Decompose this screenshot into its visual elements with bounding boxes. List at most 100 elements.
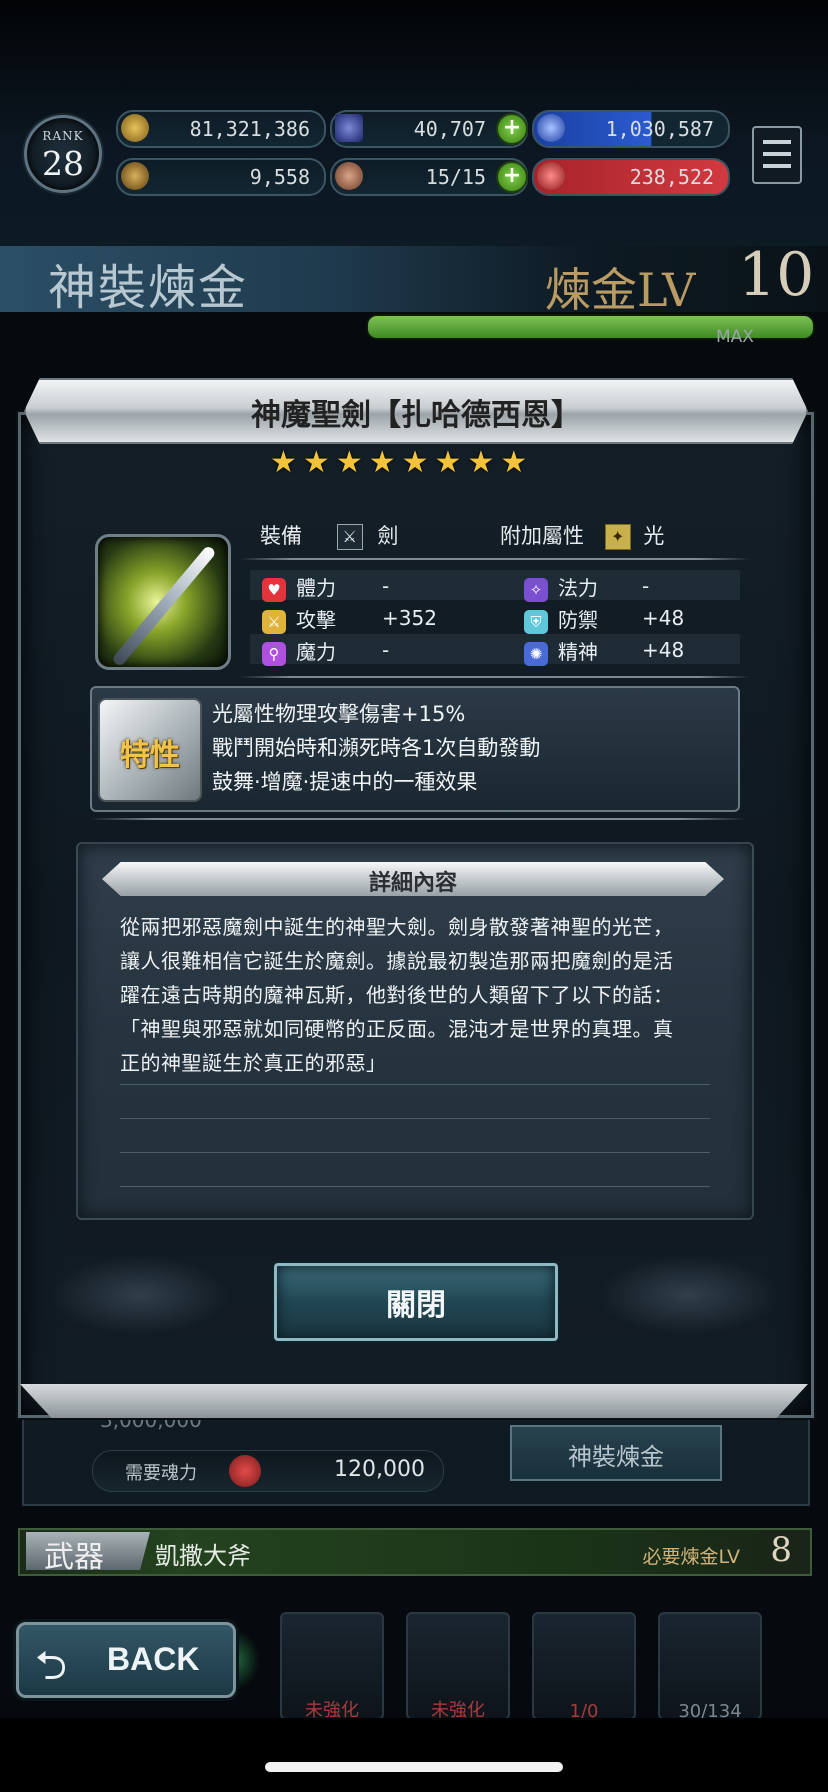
equip-type: 劍	[377, 524, 399, 548]
weapon-info-bar: 武器 凱撒大斧 必要煉金LV 8	[18, 1528, 812, 1576]
rank-label: RANK	[42, 129, 84, 143]
attribute-value: 光	[643, 524, 665, 548]
rank-badge: RANK 28	[24, 115, 102, 193]
gold-value: 81,321,386	[189, 117, 310, 141]
material-slot[interactable]: 30/134	[658, 1612, 762, 1722]
star-icon: ★	[434, 445, 462, 480]
blue-resource-value: 1,030,587	[605, 117, 714, 141]
text-rule	[120, 1152, 710, 1153]
crystal-counter: 40,707 +	[330, 110, 528, 148]
trait-panel: 特性 光屬性物理攻擊傷害+15% 戰鬥開始時和瀕死時各1次自動發動 鼓舞·增魔·…	[90, 686, 740, 812]
screen-title-band: 神裝煉金	[0, 246, 828, 316]
stamina-icon	[335, 162, 363, 190]
material-slot[interactable]: 1/0	[532, 1612, 636, 1722]
material-slot[interactable]: 未強化	[406, 1612, 510, 1721]
screen-title: 神裝煉金	[48, 260, 249, 316]
detail-line: 讓人很難相信它誕生於魔劍。據說最初製造那兩把魔劍的是活	[120, 949, 674, 973]
crystal-icon	[335, 114, 363, 142]
star-icon: ★	[302, 445, 330, 480]
menu-icon[interactable]	[752, 126, 802, 184]
alchemy-button[interactable]: 神裝煉金	[510, 1425, 722, 1481]
wand-icon: ⚲	[262, 641, 286, 666]
blue-orb-icon	[537, 114, 565, 142]
rarity-stars: ★ ★ ★ ★ ★ ★ ★ ★	[270, 445, 560, 481]
back-arrow-icon: ⮌	[35, 1643, 68, 1689]
material-slot[interactable]: 未強化	[280, 1612, 384, 1721]
crystal-add-icon[interactable]: +	[496, 113, 528, 145]
weapon-name: 凱撒大斧	[155, 1542, 251, 1570]
text-rule	[120, 1186, 710, 1187]
sword-blade	[111, 544, 217, 667]
star-icon: ★	[500, 445, 528, 480]
detail-header: 詳細內容	[102, 862, 724, 896]
stamina-add-icon[interactable]: +	[496, 161, 528, 193]
attribute-label: 附加屬性	[500, 524, 584, 548]
bottom-bar	[0, 1718, 828, 1792]
red-orb-icon	[537, 162, 565, 190]
stat-spirit: ✺ 精神	[524, 636, 598, 666]
stat-label: 體力	[296, 576, 336, 600]
alchemy-level-label: 煉金LV	[545, 263, 696, 317]
soul-cost-label: 需要魂力	[125, 1463, 197, 1484]
trait-badge-label: 特性	[120, 738, 180, 773]
stat-value: +352	[382, 606, 437, 630]
stat-value: +48	[642, 606, 685, 630]
red-resource-counter: 238,522	[532, 158, 730, 196]
stat-label: 魔力	[296, 640, 336, 664]
sword-type-icon: ⚔	[336, 524, 363, 550]
home-indicator[interactable]	[265, 1762, 563, 1772]
soul-cost-row: 需要魂力 120,000	[92, 1450, 444, 1492]
trait-line: 鼓舞·增魔·提速中的一種效果	[212, 770, 478, 794]
stat-defense: ⛨ 防禦	[524, 604, 598, 634]
detail-header-label: 詳細內容	[368, 871, 457, 896]
divider	[240, 676, 750, 678]
heart-icon: ♥	[262, 577, 286, 602]
stamina-counter: 15/15 +	[330, 158, 528, 196]
sword-icon: ⚔	[262, 609, 286, 634]
detail-line: 「神聖與邪惡就如同硬幣的正反面。混沌才是世界的真理。真	[120, 1017, 674, 1041]
star-icon: ★	[368, 445, 396, 480]
spirit-icon: ✺	[524, 641, 548, 666]
stat-magic-power: ⚲ 魔力	[262, 636, 336, 666]
trophy-counter: 9,558	[116, 158, 326, 196]
modal-title: 神魔聖劍【扎哈德西恩】	[251, 398, 581, 433]
soul-cost-value: 120,000	[334, 1457, 425, 1482]
gold-coin-icon	[121, 114, 149, 142]
detail-line: 正的神聖誕生於真正的邪惡」	[120, 1051, 387, 1075]
close-button[interactable]: 關閉	[274, 1263, 558, 1341]
trait-badge: 特性	[98, 698, 202, 802]
required-level-value: 8	[770, 1530, 792, 1570]
stat-hp: ♥ 體力	[262, 572, 336, 602]
modal-header: 神魔聖劍【扎哈德西恩】	[24, 378, 808, 444]
divider	[90, 818, 746, 820]
text-rule	[120, 1084, 710, 1085]
alchemy-level-max: MAX	[716, 327, 754, 347]
stat-label: 防禦	[558, 608, 598, 632]
star-icon: ★	[270, 445, 297, 480]
equip-row: 裝備 ⚔ 劍	[260, 520, 398, 550]
modal-footer-frame	[20, 1384, 808, 1418]
star-icon: ★	[401, 445, 429, 480]
star-icon: ★	[467, 445, 495, 480]
alchemy-button-label: 神裝煉金	[568, 1443, 664, 1471]
weapon-tag: 武器	[26, 1532, 150, 1570]
attribute-row: 附加屬性 ✦ 光	[500, 520, 664, 550]
trait-line: 光屬性物理攻擊傷害+15%	[212, 702, 466, 726]
stat-label: 精神	[558, 640, 598, 664]
weapon-tag-label: 武器	[44, 1540, 104, 1575]
magic-icon: ✧	[524, 577, 548, 602]
divider	[240, 558, 750, 560]
stat-value: -	[642, 574, 650, 598]
stat-mana: ✧ 法力	[524, 572, 598, 602]
trait-line: 戰鬥開始時和瀕死時各1次自動發動	[212, 736, 541, 760]
close-button-label: 關閉	[386, 1288, 446, 1323]
detail-line: 躍在遠古時期的魔神瓦斯，他對後世的人類留下了以下的話：	[120, 983, 674, 1007]
shield-icon: ⛨	[524, 609, 548, 634]
stat-value: +48	[642, 638, 685, 662]
detail-line: 從兩把邪惡魔劍中誕生的神聖大劍。劍身散發著神聖的光芒，	[120, 915, 674, 939]
stat-label: 攻擊	[296, 608, 336, 632]
blue-resource-counter: 1,030,587	[532, 110, 730, 148]
soul-orb-icon	[229, 1455, 261, 1487]
back-button[interactable]: ⮌ BACK	[16, 1622, 236, 1698]
trophy-value: 9,558	[249, 165, 310, 189]
